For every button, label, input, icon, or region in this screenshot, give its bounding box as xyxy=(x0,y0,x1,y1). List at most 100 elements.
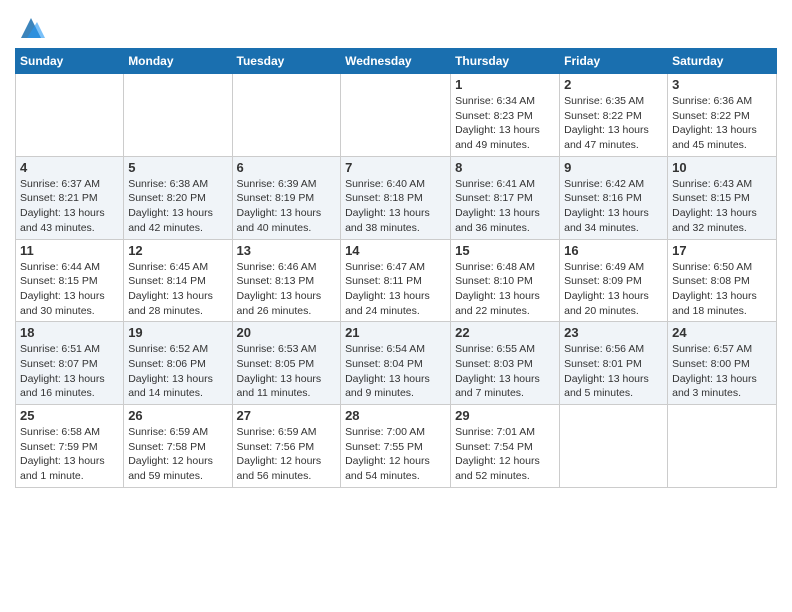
calendar-cell xyxy=(124,74,232,157)
day-info: Sunrise: 6:56 AMSunset: 8:01 PMDaylight:… xyxy=(564,342,663,401)
calendar-week-4: 18Sunrise: 6:51 AMSunset: 8:07 PMDayligh… xyxy=(16,322,777,405)
day-number: 14 xyxy=(345,243,446,258)
day-number: 17 xyxy=(672,243,772,258)
calendar-cell: 11 Sunrise: 6:44 AMSunset: 8:15 PMDayligh… xyxy=(16,239,124,322)
calendar-cell: 10Sunrise: 6:43 AMSunset: 8:15 PMDayligh… xyxy=(668,156,777,239)
day-number: 22 xyxy=(455,325,555,340)
calendar-cell: 5Sunrise: 6:38 AMSunset: 8:20 PMDaylight… xyxy=(124,156,232,239)
calendar-cell: 21 Sunrise: 6:54 AMSunset: 8:04 PMDayligh… xyxy=(341,322,451,405)
day-number: 8 xyxy=(455,160,555,175)
day-number: 15 xyxy=(455,243,555,258)
day-number: 2 xyxy=(564,77,663,92)
weekday-header-saturday: Saturday xyxy=(668,49,777,74)
day-info: Sunrise: 6:44 AMSunset: 8:15 PMDaylight:… xyxy=(20,260,119,319)
day-info: Sunrise: 6:52 AMSunset: 8:06 PMDaylight:… xyxy=(128,342,227,401)
calendar-cell: 20 Sunrise: 6:53 AMSunset: 8:05 PMDayligh… xyxy=(232,322,341,405)
day-info: Sunrise: 6:43 AMSunset: 8:15 PMDaylight:… xyxy=(672,177,772,236)
day-number: 6 xyxy=(237,160,337,175)
day-number: 24 xyxy=(672,325,772,340)
day-number: 3 xyxy=(672,77,772,92)
day-number: 21 xyxy=(345,325,446,340)
day-info: Sunrise: 6:58 AMSunset: 7:59 PMDaylight:… xyxy=(20,425,119,484)
calendar-cell: 15 Sunrise: 6:48 AMSunset: 8:10 PMDayligh… xyxy=(451,239,560,322)
calendar-cell: 24 Sunrise: 6:57 AMSunset: 8:00 PMDayligh… xyxy=(668,322,777,405)
weekday-header-wednesday: Wednesday xyxy=(341,49,451,74)
calendar-cell: 19 Sunrise: 6:52 AMSunset: 8:06 PMDayligh… xyxy=(124,322,232,405)
day-number: 19 xyxy=(128,325,227,340)
day-number: 9 xyxy=(564,160,663,175)
logo-icon xyxy=(17,14,45,42)
calendar-table: SundayMondayTuesdayWednesdayThursdayFrid… xyxy=(15,48,777,488)
calendar-cell: 3 Sunrise: 6:36 AMSunset: 8:22 PMDaylight… xyxy=(668,74,777,157)
day-info: Sunrise: 6:48 AMSunset: 8:10 PMDaylight:… xyxy=(455,260,555,319)
day-info: Sunrise: 6:50 AMSunset: 8:08 PMDaylight:… xyxy=(672,260,772,319)
calendar-cell: 13 Sunrise: 6:46 AMSunset: 8:13 PMDayligh… xyxy=(232,239,341,322)
day-number: 27 xyxy=(237,408,337,423)
day-info: Sunrise: 6:42 AMSunset: 8:16 PMDaylight:… xyxy=(564,177,663,236)
day-info: Sunrise: 6:55 AMSunset: 8:03 PMDaylight:… xyxy=(455,342,555,401)
day-info: Sunrise: 6:41 AMSunset: 8:17 PMDaylight:… xyxy=(455,177,555,236)
day-number: 1 xyxy=(455,77,555,92)
calendar-week-3: 11 Sunrise: 6:44 AMSunset: 8:15 PMDayligh… xyxy=(16,239,777,322)
weekday-header-row: SundayMondayTuesdayWednesdayThursdayFrid… xyxy=(16,49,777,74)
calendar-cell: 7 Sunrise: 6:40 AMSunset: 8:18 PMDaylight… xyxy=(341,156,451,239)
day-number: 26 xyxy=(128,408,227,423)
calendar-cell xyxy=(232,74,341,157)
day-number: 11 xyxy=(20,243,119,258)
calendar-cell: 18Sunrise: 6:51 AMSunset: 8:07 PMDayligh… xyxy=(16,322,124,405)
calendar-cell xyxy=(668,405,777,488)
day-number: 13 xyxy=(237,243,337,258)
day-info: Sunrise: 6:47 AMSunset: 8:11 PMDaylight:… xyxy=(345,260,446,319)
calendar-cell: 28 Sunrise: 7:00 AMSunset: 7:55 PMDayligh… xyxy=(341,405,451,488)
calendar-cell: 12Sunrise: 6:45 AMSunset: 8:14 PMDayligh… xyxy=(124,239,232,322)
calendar-cell: 14 Sunrise: 6:47 AMSunset: 8:11 PMDayligh… xyxy=(341,239,451,322)
day-number: 16 xyxy=(564,243,663,258)
day-number: 18 xyxy=(20,325,119,340)
calendar-cell: 26 Sunrise: 6:59 AMSunset: 7:58 PMDayligh… xyxy=(124,405,232,488)
day-info: Sunrise: 6:57 AMSunset: 8:00 PMDaylight:… xyxy=(672,342,772,401)
day-number: 20 xyxy=(237,325,337,340)
calendar-cell: 9 Sunrise: 6:42 AMSunset: 8:16 PMDaylight… xyxy=(560,156,668,239)
day-info: Sunrise: 6:35 AMSunset: 8:22 PMDaylight:… xyxy=(564,94,663,153)
calendar-cell xyxy=(560,405,668,488)
day-number: 23 xyxy=(564,325,663,340)
calendar-cell: 16Sunrise: 6:49 AMSunset: 8:09 PMDayligh… xyxy=(560,239,668,322)
day-info: Sunrise: 6:59 AMSunset: 7:56 PMDaylight:… xyxy=(237,425,337,484)
calendar-cell: 29 Sunrise: 7:01 AMSunset: 7:54 PMDayligh… xyxy=(451,405,560,488)
calendar-cell: 6 Sunrise: 6:39 AMSunset: 8:19 PMDaylight… xyxy=(232,156,341,239)
calendar-week-1: 1 Sunrise: 6:34 AMSunset: 8:23 PMDaylight… xyxy=(16,74,777,157)
day-number: 25 xyxy=(20,408,119,423)
day-info: Sunrise: 6:45 AMSunset: 8:14 PMDaylight:… xyxy=(128,260,227,319)
logo xyxy=(15,14,45,42)
weekday-header-sunday: Sunday xyxy=(16,49,124,74)
calendar-cell: 2 Sunrise: 6:35 AMSunset: 8:22 PMDaylight… xyxy=(560,74,668,157)
day-number: 7 xyxy=(345,160,446,175)
day-info: Sunrise: 6:40 AMSunset: 8:18 PMDaylight:… xyxy=(345,177,446,236)
calendar-cell: 25 Sunrise: 6:58 AMSunset: 7:59 PMDayligh… xyxy=(16,405,124,488)
day-info: Sunrise: 7:00 AMSunset: 7:55 PMDaylight:… xyxy=(345,425,446,484)
day-number: 5 xyxy=(128,160,227,175)
day-info: Sunrise: 6:34 AMSunset: 8:23 PMDaylight:… xyxy=(455,94,555,153)
calendar-cell: 22 Sunrise: 6:55 AMSunset: 8:03 PMDayligh… xyxy=(451,322,560,405)
calendar-cell: 8 Sunrise: 6:41 AMSunset: 8:17 PMDaylight… xyxy=(451,156,560,239)
day-info: Sunrise: 6:54 AMSunset: 8:04 PMDaylight:… xyxy=(345,342,446,401)
day-info: Sunrise: 7:01 AMSunset: 7:54 PMDaylight:… xyxy=(455,425,555,484)
day-number: 4 xyxy=(20,160,119,175)
calendar-cell: 17 Sunrise: 6:50 AMSunset: 8:08 PMDayligh… xyxy=(668,239,777,322)
day-info: Sunrise: 6:59 AMSunset: 7:58 PMDaylight:… xyxy=(128,425,227,484)
calendar-cell xyxy=(341,74,451,157)
day-info: Sunrise: 6:46 AMSunset: 8:13 PMDaylight:… xyxy=(237,260,337,319)
calendar-cell: 1 Sunrise: 6:34 AMSunset: 8:23 PMDaylight… xyxy=(451,74,560,157)
calendar-cell: 23 Sunrise: 6:56 AMSunset: 8:01 PMDayligh… xyxy=(560,322,668,405)
calendar-cell: 4Sunrise: 6:37 AMSunset: 8:21 PMDaylight… xyxy=(16,156,124,239)
day-number: 28 xyxy=(345,408,446,423)
day-number: 29 xyxy=(455,408,555,423)
day-info: Sunrise: 6:53 AMSunset: 8:05 PMDaylight:… xyxy=(237,342,337,401)
day-info: Sunrise: 6:39 AMSunset: 8:19 PMDaylight:… xyxy=(237,177,337,236)
weekday-header-tuesday: Tuesday xyxy=(232,49,341,74)
weekday-header-monday: Monday xyxy=(124,49,232,74)
page-header xyxy=(15,10,777,42)
calendar-cell: 27 Sunrise: 6:59 AMSunset: 7:56 PMDayligh… xyxy=(232,405,341,488)
day-info: Sunrise: 6:36 AMSunset: 8:22 PMDaylight:… xyxy=(672,94,772,153)
weekday-header-friday: Friday xyxy=(560,49,668,74)
